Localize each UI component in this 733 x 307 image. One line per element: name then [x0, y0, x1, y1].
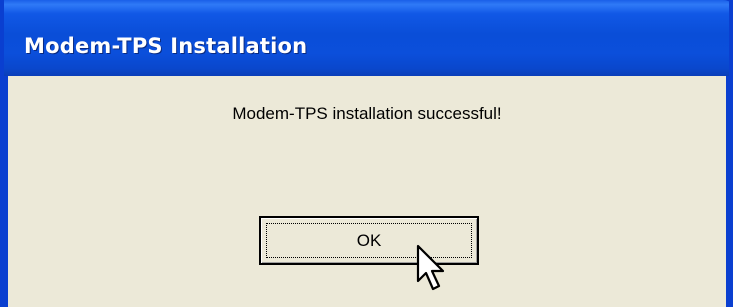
window-title: Modem-TPS Installation [24, 34, 308, 58]
ok-button-label: OK [356, 230, 382, 250]
ok-button[interactable]: OK [259, 216, 479, 265]
dialog-window: Modem-TPS Installation Modem-TPS install… [0, 0, 733, 307]
success-message: Modem-TPS installation successful! [232, 104, 502, 123]
title-bar[interactable]: Modem-TPS Installation [4, 0, 729, 76]
dialog-body: Modem-TPS installation successful! OK [8, 76, 726, 307]
